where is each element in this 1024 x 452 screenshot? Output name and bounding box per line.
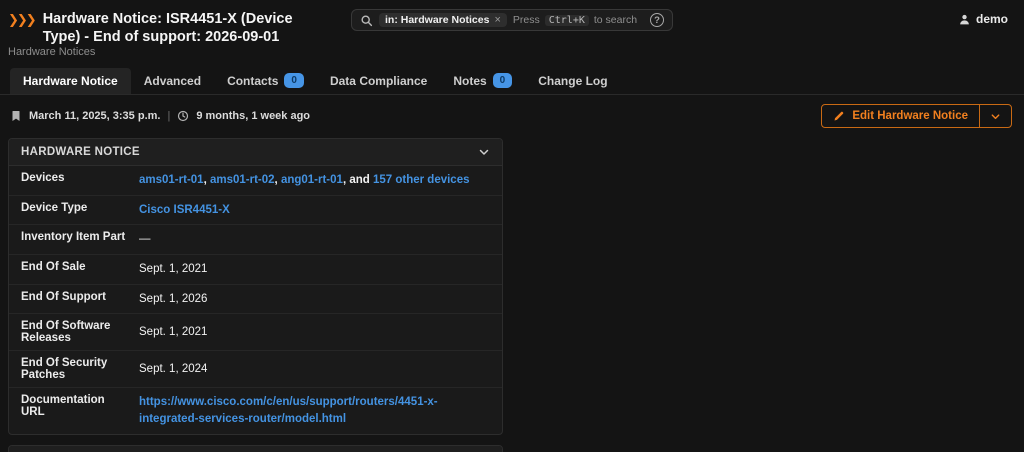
attributes-table: Devices ams01-rt-01, ams01-rt-02, ang01-… — [9, 166, 502, 434]
tab-advanced[interactable]: Advanced — [131, 68, 214, 94]
top-bar: ❯❯❯ Hardware Notice: ISR4451-X (Device T… — [0, 0, 1024, 44]
time-ago: 9 months, 1 week ago — [196, 110, 310, 122]
title-group: ❯❯❯ Hardware Notice: ISR4451-X (Device T… — [8, 10, 338, 46]
card-title: HARDWARE NOTICE — [21, 146, 140, 158]
tab-bar: Hardware Notice Advanced Contacts 0 Data… — [0, 67, 1024, 95]
clock-icon — [177, 110, 189, 122]
tab-notes[interactable]: Notes 0 — [440, 67, 525, 94]
row-label: End Of Software Releases — [9, 314, 139, 351]
tab-label: Change Log — [538, 74, 607, 88]
bookmark-icon — [10, 110, 22, 122]
chevron-down-icon — [478, 146, 490, 158]
device-type-link[interactable]: Cisco ISR4451-X — [139, 204, 230, 216]
tab-hardware-notice[interactable]: Hardware Notice — [10, 68, 131, 94]
table-row-end-of-security-patches: End Of Security Patches Sept. 1, 2024 — [9, 351, 502, 388]
row-value: https://www.cisco.com/c/en/us/support/ro… — [139, 388, 502, 434]
page-title: Hardware Notice: ISR4451-X (Device Type)… — [43, 10, 323, 46]
pencil-icon — [833, 110, 845, 122]
table-row-end-of-software-releases: End Of Software Releases Sept. 1, 2021 — [9, 314, 502, 351]
comments-card: COMMENTS — — [8, 445, 503, 452]
table-row-inventory-item-part: Inventory Item Part — — [9, 225, 502, 255]
device-link[interactable]: ang01-rt-01 — [281, 174, 343, 186]
comments-card-header: COMMENTS — [9, 446, 502, 452]
search-placeholder: Press Ctrl+K to search — [513, 14, 637, 26]
search-hint-pre: Press — [513, 14, 540, 26]
search-input[interactable]: in: Hardware Notices × Press Ctrl+K to s… — [351, 9, 673, 31]
row-label: End Of Security Patches — [9, 351, 139, 388]
tab-label: Notes — [453, 74, 486, 88]
tab-label: Advanced — [144, 74, 201, 88]
notes-count-badge: 0 — [493, 73, 513, 88]
row-label: Devices — [9, 166, 139, 195]
edit-dropdown-toggle[interactable] — [979, 105, 1011, 127]
row-label: Documentation URL — [9, 388, 139, 434]
username: demo — [976, 12, 1008, 26]
main-content: HARDWARE NOTICE Devices ams01-rt-01, ams… — [0, 128, 1024, 452]
tab-label: Hardware Notice — [23, 74, 118, 88]
breadcrumb[interactable]: Hardware Notices — [8, 46, 95, 58]
user-menu[interactable]: demo — [958, 12, 1008, 26]
separator: , and — [343, 174, 373, 186]
table-row-documentation-url: Documentation URL https://www.cisco.com/… — [9, 388, 502, 434]
edit-hardware-notice-button[interactable]: Edit Hardware Notice — [822, 105, 979, 127]
row-label: End Of Support — [9, 284, 139, 314]
table-row-devices: Devices ams01-rt-01, ams01-rt-02, ang01-… — [9, 166, 502, 195]
row-value: Sept. 1, 2024 — [139, 351, 502, 388]
collapse-card-button[interactable] — [478, 146, 490, 158]
search-filter-chip[interactable]: in: Hardware Notices × — [379, 13, 507, 27]
row-value: Sept. 1, 2021 — [139, 314, 502, 351]
tab-label: Data Compliance — [330, 74, 427, 88]
tab-label: Contacts — [227, 74, 278, 88]
tab-change-log[interactable]: Change Log — [525, 68, 620, 94]
hardware-notice-card: HARDWARE NOTICE Devices ams01-rt-01, ams… — [8, 138, 503, 435]
row-value: Sept. 1, 2026 — [139, 284, 502, 314]
row-label: End Of Sale — [9, 255, 139, 285]
help-icon[interactable]: ? — [650, 13, 664, 27]
row-value: — — [139, 225, 502, 255]
app-logo-icon[interactable]: ❯❯❯ — [8, 12, 35, 28]
table-row-end-of-support: End Of Support Sept. 1, 2026 — [9, 284, 502, 314]
chevron-down-icon — [990, 111, 1001, 122]
row-label: Inventory Item Part — [9, 225, 139, 255]
edit-button-label: Edit Hardware Notice — [852, 110, 968, 122]
row-label: Device Type — [9, 195, 139, 225]
tab-contacts[interactable]: Contacts 0 — [214, 67, 317, 94]
row-value: ams01-rt-01, ams01-rt-02, ang01-rt-01, a… — [139, 166, 502, 195]
table-row-device-type: Device Type Cisco ISR4451-X — [9, 195, 502, 225]
device-link[interactable]: ams01-rt-01 — [139, 174, 204, 186]
hardware-notice-card-header: HARDWARE NOTICE — [9, 139, 502, 166]
row-value: Cisco ISR4451-X — [139, 195, 502, 225]
row-value: Sept. 1, 2021 — [139, 255, 502, 285]
search-icon — [360, 14, 373, 27]
contacts-count-badge: 0 — [284, 73, 304, 88]
divider: | — [167, 110, 170, 122]
documentation-url-link[interactable]: https://www.cisco.com/c/en/us/support/ro… — [139, 396, 438, 425]
device-link[interactable]: ams01-rt-02 — [210, 174, 275, 186]
search-hint-post: to search — [594, 14, 637, 26]
meta-row: March 11, 2025, 3:35 p.m. | 9 months, 1 … — [0, 95, 1024, 128]
created-date: March 11, 2025, 3:35 p.m. — [29, 110, 160, 122]
other-devices-link[interactable]: 157 other devices — [373, 174, 470, 186]
table-row-end-of-sale: End Of Sale Sept. 1, 2021 — [9, 255, 502, 285]
edit-split-button: Edit Hardware Notice — [821, 104, 1012, 128]
close-icon[interactable]: × — [494, 14, 500, 26]
user-icon — [958, 13, 971, 26]
ctrl-k-kbd: Ctrl+K — [545, 15, 589, 26]
timestamps: March 11, 2025, 3:35 p.m. | 9 months, 1 … — [10, 110, 310, 122]
tab-data-compliance[interactable]: Data Compliance — [317, 68, 440, 94]
search-filter-label: in: Hardware Notices — [385, 14, 489, 26]
